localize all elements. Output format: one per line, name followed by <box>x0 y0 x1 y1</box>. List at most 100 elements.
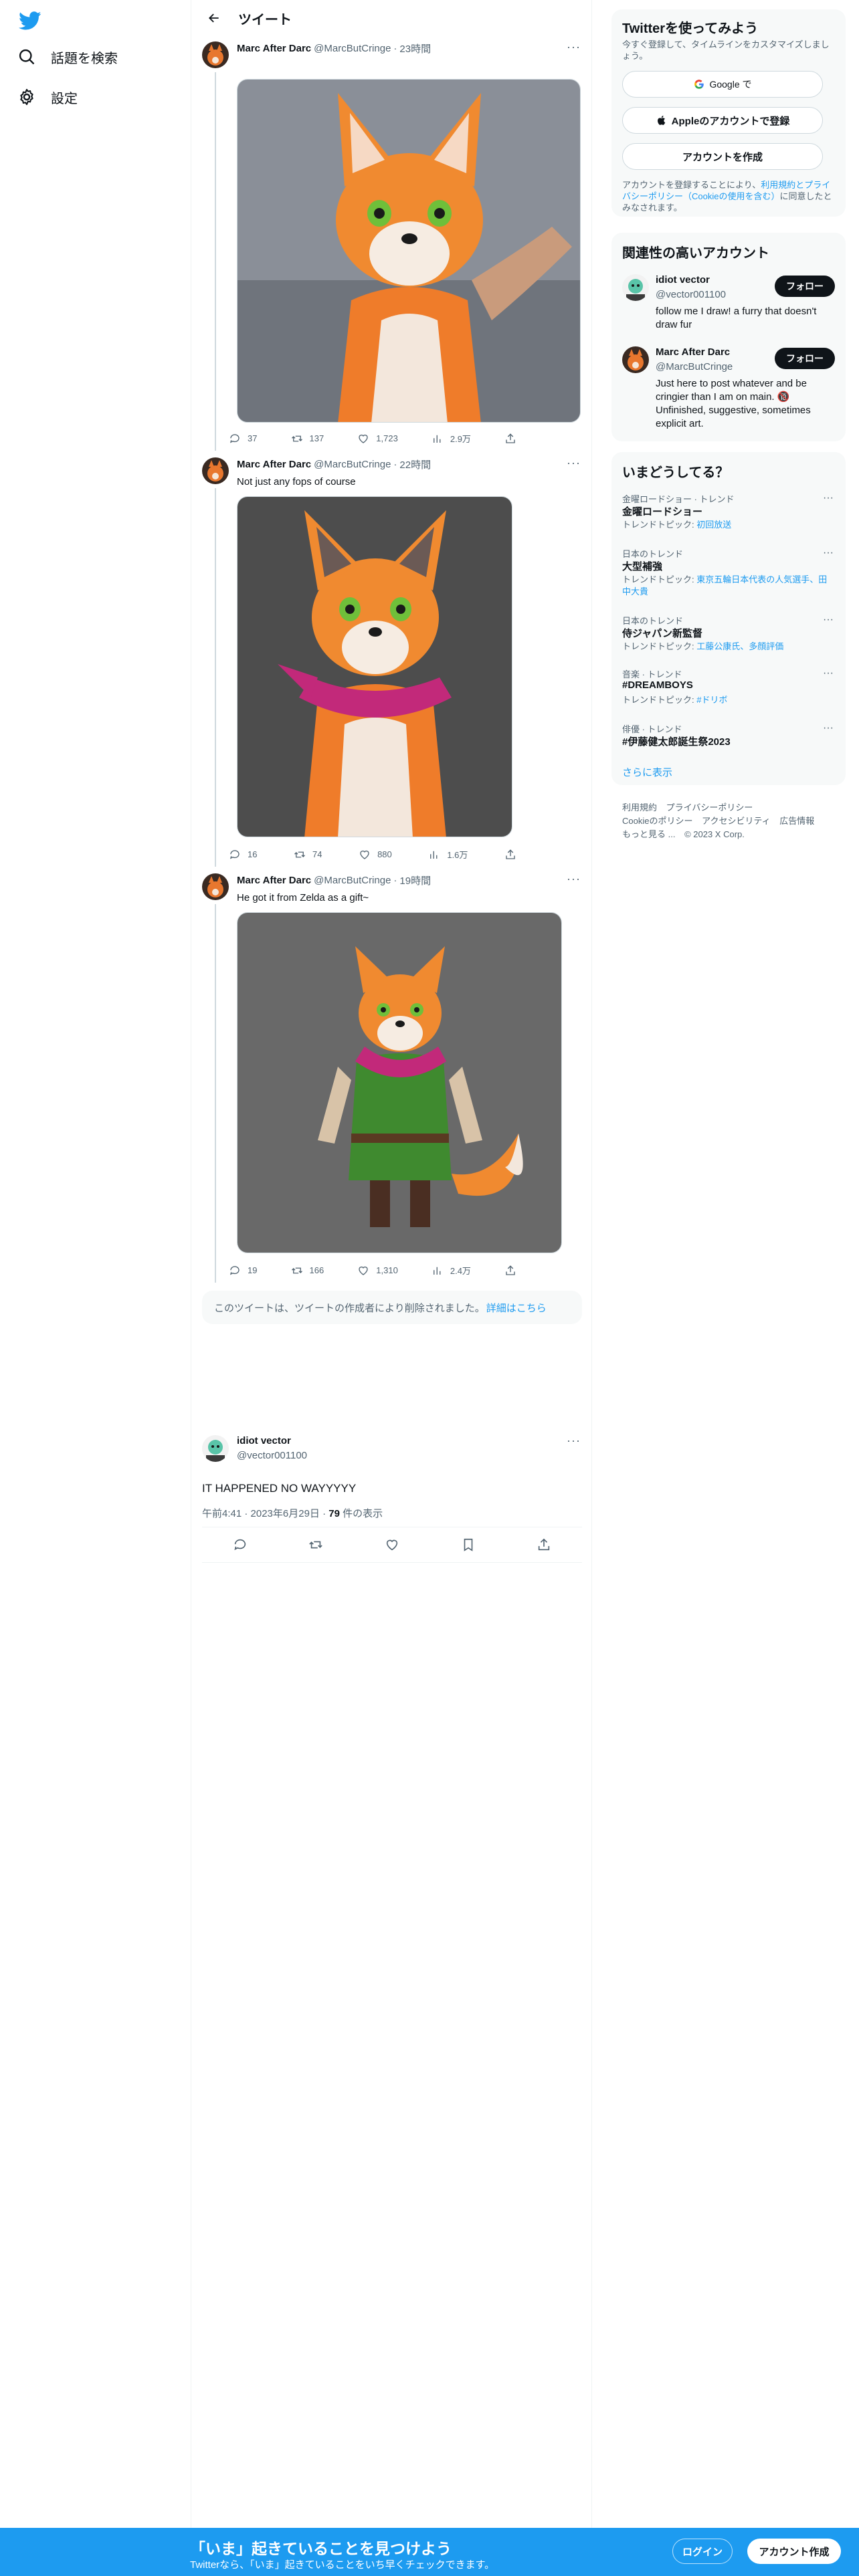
more-options-icon[interactable]: ··· <box>823 667 834 679</box>
tweet-time[interactable]: 22時間 <box>399 457 431 471</box>
thread-tweet-1[interactable]: Marc After Darc @MarcButCringe · 23時間 ··… <box>191 40 593 451</box>
share-button[interactable] <box>504 1264 523 1277</box>
copyright: © 2023 X Corp. <box>684 829 745 839</box>
signup-title: Twitterを使ってみよう <box>622 21 759 36</box>
avatar[interactable] <box>202 41 229 68</box>
account-handle[interactable]: @MarcButCringe <box>656 361 733 372</box>
footer-link[interactable]: Cookieのポリシー <box>622 816 692 826</box>
tweet-image-fox-bandana[interactable] <box>237 496 512 837</box>
footer-link[interactable]: アクセシビリティ <box>702 816 771 826</box>
avatar[interactable] <box>622 346 649 373</box>
follow-button[interactable]: フォロー <box>775 348 835 369</box>
trend-title: #伊藤健太郎誕生祭2023 <box>622 736 731 748</box>
thread-line <box>215 904 216 1283</box>
footer-link[interactable]: 広告情報 <box>779 816 814 826</box>
follow-button[interactable]: フォロー <box>775 276 835 297</box>
author-name[interactable]: idiot vector <box>237 1435 291 1446</box>
retweet-button[interactable]: 74 <box>294 848 322 861</box>
more-options-icon[interactable]: ··· <box>823 614 834 626</box>
reply-button[interactable]: 16 <box>229 848 257 861</box>
avatar[interactable] <box>202 873 229 900</box>
views-button[interactable]: 1.6万 <box>428 848 468 861</box>
tweet-header: Marc After Darc @MarcButCringe · 22時間 <box>237 457 431 471</box>
footer-link[interactable]: 利用規約 <box>622 802 657 813</box>
create-account-button[interactable]: アカウントを作成 <box>622 143 823 170</box>
trend-topic-link[interactable]: 工藤公康氏、多顔評価 <box>696 641 783 651</box>
signup-button[interactable]: アカウント作成 <box>747 2539 841 2564</box>
thread-tweet-3[interactable]: Marc After Darc @MarcButCringe · 19時間 ··… <box>191 872 593 1283</box>
author-name[interactable]: Marc After Darc <box>237 875 311 886</box>
learn-more-link[interactable]: 詳細はこちら <box>486 1301 547 1315</box>
retweet-icon[interactable] <box>308 1537 323 1552</box>
more-options-icon[interactable]: ··· <box>823 547 834 559</box>
trend-topic-link[interactable]: #ドリボ <box>696 695 727 705</box>
share-button[interactable] <box>504 848 523 861</box>
views-button[interactable]: 2.9万 <box>432 432 471 445</box>
tweet-metadata: 午前4:41 · 2023年6月29日 · 79 件の表示 <box>202 1506 383 1520</box>
thread-tweet-2[interactable]: Marc After Darc @MarcButCringe · 22時間 ··… <box>191 456 593 867</box>
avatar[interactable] <box>202 1435 229 1462</box>
reply-icon[interactable] <box>233 1537 248 1552</box>
avatar[interactable] <box>622 274 649 301</box>
trend-title: 大型補強 <box>622 561 663 572</box>
account-name[interactable]: idiot vector <box>656 274 710 286</box>
main-column: ツイート Marc After Darc @MarcButCringe · 23… <box>191 0 592 2576</box>
avatar[interactable] <box>202 457 229 484</box>
more-options-icon[interactable]: ··· <box>567 872 581 886</box>
author-handle[interactable]: @MarcButCringe <box>314 459 391 470</box>
dot-separator: · <box>393 459 397 470</box>
tweet-time[interactable]: 23時間 <box>399 41 431 56</box>
tweet-image-fox-drawing[interactable] <box>237 79 581 423</box>
like-button[interactable]: 880 <box>359 848 392 861</box>
heart-icon[interactable] <box>385 1537 399 1552</box>
more-options-icon[interactable]: ··· <box>567 40 581 54</box>
author-handle[interactable]: @MarcButCringe <box>314 43 391 54</box>
tweet-image-fox-tunic[interactable] <box>237 912 562 1253</box>
footer-link[interactable]: もっと見る ... <box>622 829 675 839</box>
author-name[interactable]: Marc After Darc <box>237 459 311 470</box>
reply-count: 19 <box>248 1265 258 1275</box>
more-options-icon[interactable]: ··· <box>823 722 834 734</box>
retweet-icon <box>291 1267 302 1273</box>
more-options-icon[interactable]: ··· <box>567 456 581 470</box>
bookmark-icon[interactable] <box>461 1537 476 1552</box>
retweet-button[interactable]: 166 <box>291 1264 324 1277</box>
legal-and: と <box>795 180 805 190</box>
tweet-header: Marc After Darc @MarcButCringe · 23時間 <box>237 41 431 56</box>
account-handle[interactable]: @vector001100 <box>656 289 726 300</box>
footer-link[interactable]: プライバシーポリシー <box>666 802 753 813</box>
tweet-actions: 19 166 1,310 2.4万 <box>229 1264 523 1277</box>
login-button[interactable]: ログイン <box>672 2539 733 2564</box>
author-handle[interactable]: @MarcButCringe <box>314 875 391 886</box>
back-button[interactable] <box>202 6 226 30</box>
twitter-bird-logo-icon[interactable] <box>19 9 41 32</box>
reply-button[interactable]: 37 <box>229 432 257 445</box>
views-label: 件の表示 <box>339 1508 383 1519</box>
more-options-icon[interactable]: ··· <box>567 1434 581 1448</box>
author-name[interactable]: Marc After Darc <box>237 43 311 54</box>
share-button[interactable] <box>504 432 523 445</box>
trend-topic-link[interactable]: 初回放送 <box>696 520 731 530</box>
views-button[interactable]: 2.4万 <box>432 1264 471 1277</box>
trend-topic-prefix: トレンドトピック: <box>622 641 697 651</box>
more-options-icon[interactable]: ··· <box>823 492 834 504</box>
like-button[interactable]: 1,723 <box>357 432 398 445</box>
google-signup-button[interactable]: Google で <box>622 71 823 98</box>
apple-signup-button[interactable]: Appleのアカウントで登録 <box>622 107 823 134</box>
account-name[interactable]: Marc After Darc <box>656 346 730 358</box>
nav-settings[interactable]: 設定 <box>17 80 78 114</box>
signup-legal-text: アカウントを登録することにより、利用規約とプライバシーポリシー（Cookieの使… <box>622 179 835 213</box>
like-button[interactable]: 1,310 <box>357 1264 398 1277</box>
back-arrow-icon <box>209 13 219 23</box>
show-more-link[interactable]: さらに表示 <box>622 765 672 779</box>
fox-avatar-icon <box>202 457 229 484</box>
tweet-timestamp[interactable]: 午前4:41 · 2023年6月29日 · <box>202 1508 328 1519</box>
cookie-link[interactable]: （Cookieの使用を含む） <box>683 191 779 201</box>
share-icon[interactable] <box>537 1537 551 1552</box>
retweet-button[interactable]: 137 <box>291 432 324 445</box>
tweet-time[interactable]: 19時間 <box>399 873 431 887</box>
nav-explore[interactable]: 話題を検索 <box>17 40 118 74</box>
reply-button[interactable]: 19 <box>229 1264 257 1277</box>
author-handle[interactable]: @vector001100 <box>237 1450 307 1461</box>
terms-link[interactable]: 利用規約 <box>761 180 795 190</box>
